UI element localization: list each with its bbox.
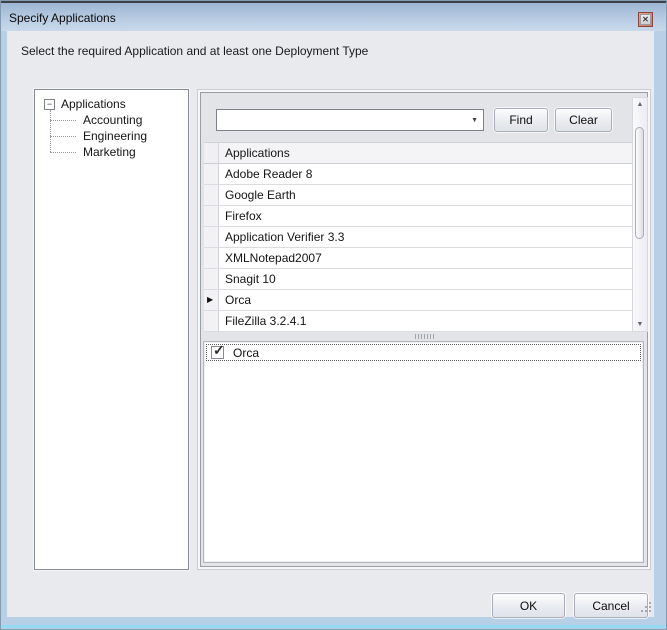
- window-bottom-accent: [2, 625, 665, 628]
- row-selector-cell: ▶: [204, 290, 219, 310]
- table-row-current[interactable]: ▶ Orca: [204, 290, 633, 311]
- checkmark-icon: ✓: [213, 342, 225, 359]
- close-icon: ✕: [640, 14, 651, 25]
- table-row[interactable]: Adobe Reader 8: [204, 164, 633, 185]
- table-row[interactable]: Firefox: [204, 206, 633, 227]
- application-selection-panel: ▼ Find Clear Applications Adobe Reader 8: [197, 89, 651, 570]
- row-selector-cell: [204, 185, 219, 205]
- current-row-icon: ▶: [207, 296, 213, 304]
- application-name: Application Verifier 3.3: [219, 227, 344, 247]
- collapse-icon[interactable]: −: [44, 99, 55, 110]
- titlebar[interactable]: Specify Applications ✕: [1, 1, 666, 31]
- applications-grid: Applications Adobe Reader 8 Google Earth…: [204, 142, 633, 331]
- clear-button[interactable]: Clear: [555, 108, 612, 132]
- row-selector-cell: [204, 206, 219, 226]
- chevron-down-icon[interactable]: ▼: [471, 117, 478, 124]
- ok-button[interactable]: OK: [492, 593, 565, 618]
- table-row[interactable]: Application Verifier 3.3: [204, 227, 633, 248]
- application-selection-panel-inner: ▼ Find Clear Applications Adobe Reader 8: [200, 92, 648, 567]
- applications-tree: − Applications Accounting Engineering Ma…: [35, 90, 188, 160]
- deployment-checkbox[interactable]: ✓: [211, 346, 224, 359]
- row-selector-cell: [204, 227, 219, 247]
- tree-item-accounting[interactable]: Accounting: [50, 112, 188, 128]
- row-selector-cell: [204, 248, 219, 268]
- tree-item-label: Accounting: [83, 113, 142, 127]
- deployment-type-list: ✓ Orca: [203, 341, 644, 563]
- scrollbar-thumb[interactable]: [635, 127, 644, 239]
- row-selector-cell: [204, 269, 219, 289]
- tree-root-label: Applications: [61, 97, 126, 111]
- application-name: Snagit 10: [219, 269, 276, 289]
- table-row[interactable]: Google Earth: [204, 185, 633, 206]
- dialog-body: Select the required Application and at l…: [7, 31, 654, 617]
- tree-item-engineering[interactable]: Engineering: [50, 128, 188, 144]
- application-name: Adobe Reader 8: [219, 164, 312, 184]
- application-filter-combo[interactable]: ▼: [216, 109, 484, 131]
- close-button[interactable]: ✕: [638, 12, 653, 27]
- scroll-up-icon[interactable]: ▲: [633, 101, 647, 108]
- tree-root-applications[interactable]: − Applications: [44, 96, 188, 112]
- table-row[interactable]: FileZilla 3.2.4.1: [204, 311, 633, 332]
- resize-grip[interactable]: [641, 602, 652, 613]
- cancel-button[interactable]: Cancel: [574, 593, 648, 618]
- application-name: XMLNotepad2007: [219, 248, 322, 268]
- applications-tree-panel: − Applications Accounting Engineering Ma…: [34, 89, 189, 570]
- deployment-item-label: Orca: [233, 346, 259, 360]
- scroll-down-icon[interactable]: ▼: [633, 321, 647, 328]
- application-name: Google Earth: [219, 185, 296, 205]
- tree-item-label: Engineering: [83, 129, 147, 143]
- application-name: Firefox: [219, 206, 262, 226]
- table-row[interactable]: Snagit 10: [204, 269, 633, 290]
- application-name: Orca: [219, 290, 251, 310]
- splitter-handle[interactable]: [204, 332, 644, 341]
- grid-header-selector-cell: [204, 143, 219, 163]
- specify-applications-dialog: Specify Applications ✕ Select the requir…: [0, 0, 667, 630]
- vertical-scrollbar[interactable]: ▲ ▼: [632, 97, 648, 332]
- grid-header-label: Applications: [219, 143, 290, 163]
- table-row[interactable]: XMLNotepad2007: [204, 248, 633, 269]
- deployment-item-orca[interactable]: ✓ Orca: [206, 344, 641, 361]
- application-name: FileZilla 3.2.4.1: [219, 311, 306, 331]
- instruction-text: Select the required Application and at l…: [21, 44, 368, 58]
- row-selector-cell: [204, 311, 219, 331]
- grid-header-row[interactable]: Applications: [204, 143, 633, 164]
- tree-children: Accounting Engineering Marketing: [50, 112, 188, 160]
- row-selector-cell: [204, 164, 219, 184]
- find-button[interactable]: Find: [494, 108, 548, 132]
- application-filter-input[interactable]: [218, 111, 465, 129]
- window-title: Specify Applications: [9, 11, 116, 25]
- tree-item-label: Marketing: [83, 145, 136, 159]
- tree-item-marketing[interactable]: Marketing: [50, 144, 188, 160]
